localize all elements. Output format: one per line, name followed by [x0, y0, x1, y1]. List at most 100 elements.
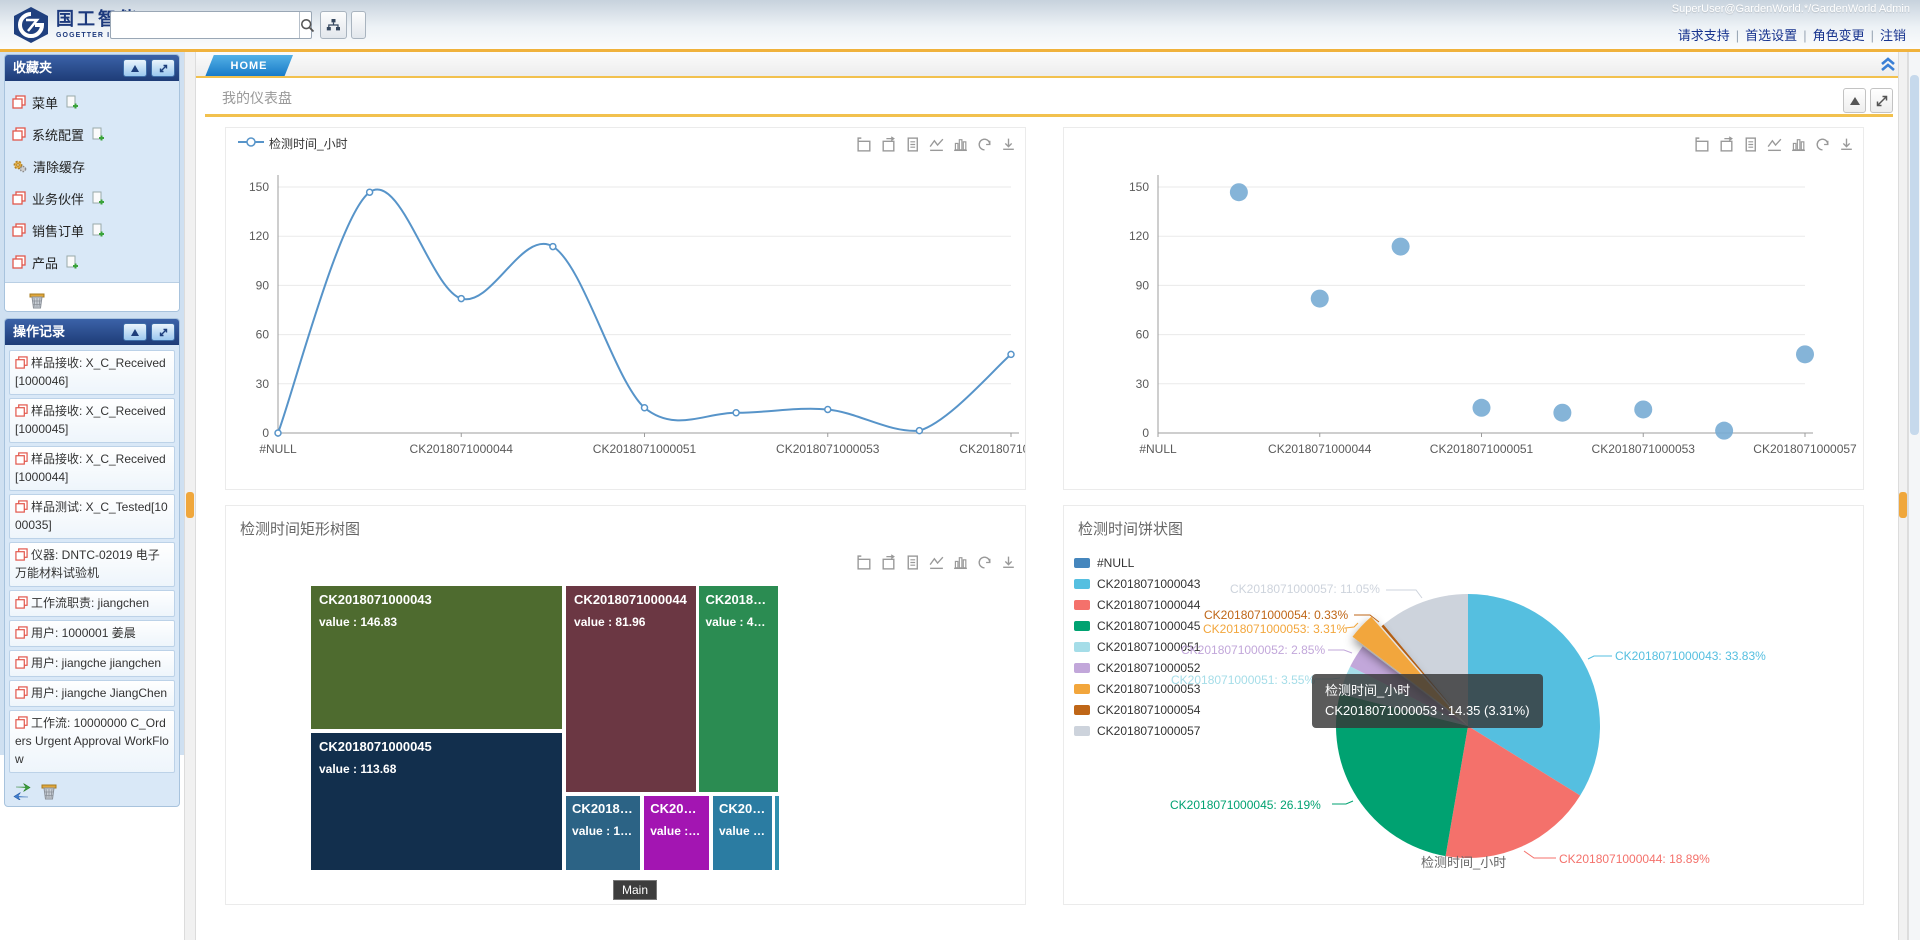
add-doc-icon[interactable] — [90, 191, 105, 206]
preferences-link[interactable]: 首选设置 — [1745, 28, 1797, 43]
history-item[interactable]: 用户: jiangche JiangChen — [9, 680, 175, 707]
search-input[interactable] — [111, 12, 299, 38]
pie-legend-item[interactable]: CK2018071000044 — [1074, 594, 1200, 615]
history-item[interactable]: 工作流: 10000000 C_Orders Urgent Approval W… — [9, 710, 175, 773]
sidebar-splitter-handle[interactable] — [186, 492, 194, 518]
marquee-zoom-icon[interactable] — [856, 554, 873, 571]
add-doc-icon[interactable] — [64, 95, 79, 110]
zoom-reset-icon[interactable] — [1718, 136, 1735, 153]
marquee-zoom-icon[interactable] — [1694, 136, 1711, 153]
history-item[interactable]: 用户: 1000001 姜晨 — [9, 620, 175, 647]
vertical-scrollbar-thumb[interactable] — [1910, 75, 1919, 435]
line-chart-icon[interactable] — [928, 554, 945, 571]
scatter-point[interactable] — [1392, 238, 1410, 256]
panel-expand-button[interactable] — [151, 59, 175, 77]
line-chart[interactable]: 0306090120150#NULLCK2018071000044CK20180… — [226, 128, 1026, 490]
restore-icon[interactable] — [1814, 136, 1831, 153]
zoom-reset-icon[interactable] — [880, 554, 897, 571]
add-doc-icon[interactable] — [90, 127, 105, 142]
data-view-icon[interactable] — [904, 554, 921, 571]
download-icon[interactable] — [1000, 554, 1017, 571]
window-icon — [15, 548, 28, 561]
role-change-link[interactable]: 角色变更 — [1813, 28, 1865, 43]
history-item[interactable]: 样品接收: X_C_Received[1000045] — [9, 398, 175, 443]
bar-chart-icon[interactable] — [952, 136, 969, 153]
favorite-item-clear-cache[interactable]: 清除缓存 — [12, 150, 172, 182]
treemap-node[interactable]: CK2018071000057 value : 47.95 — [699, 586, 777, 792]
line-point[interactable] — [733, 410, 739, 416]
scatter-chart[interactable]: 0306090120150#NULLCK2018071000044CK20180… — [1064, 128, 1864, 490]
line-point[interactable] — [367, 189, 373, 195]
scatter-point[interactable] — [1553, 404, 1571, 422]
line-point[interactable] — [825, 406, 831, 412]
panel-collapse-button[interactable] — [123, 323, 147, 341]
pie-legend-item[interactable]: #NULL — [1074, 552, 1200, 573]
panel-expand-button[interactable] — [151, 323, 175, 341]
treemap-node[interactable] — [775, 796, 779, 870]
dashboard-collapse-button[interactable] — [1843, 88, 1866, 113]
menu-lookup-button[interactable] — [320, 11, 347, 39]
bar-chart-icon[interactable] — [1790, 136, 1807, 153]
bar-chart-icon[interactable] — [952, 554, 969, 571]
pie-legend-item[interactable]: CK2018071000043 — [1074, 573, 1200, 594]
history-item[interactable]: 样品接收: X_C_Received[1000046] — [9, 350, 175, 395]
logout-link[interactable]: 注销 — [1880, 28, 1906, 43]
trash-icon[interactable] — [39, 781, 59, 801]
add-doc-icon[interactable] — [64, 255, 79, 270]
history-item[interactable]: 样品测试: X_C_Tested[1000035] — [9, 494, 175, 539]
line-point[interactable] — [458, 296, 464, 302]
download-icon[interactable] — [1838, 136, 1855, 153]
collapse-up-chevron-icon[interactable] — [1878, 55, 1898, 73]
history-item[interactable]: 用户: jiangche jiangchen — [9, 650, 175, 677]
search-button[interactable] — [299, 12, 315, 38]
favorite-item-system-config[interactable]: 系统配置 — [12, 118, 172, 150]
add-doc-icon[interactable] — [90, 223, 105, 238]
transfer-icon[interactable] — [11, 782, 33, 800]
treemap-node[interactable]: CK2018071000044 value : 81.96 — [566, 586, 696, 792]
favorite-item-sales-order[interactable]: 销售订单 — [12, 214, 172, 246]
history-item[interactable]: 仪器: DNTC-02019 电子万能材料试验机 — [9, 542, 175, 587]
treemap-node[interactable]: CK2018071000052 value : 12.35 — [713, 796, 772, 870]
data-view-icon[interactable] — [1742, 136, 1759, 153]
pie-legend-item[interactable]: CK2018071000054 — [1074, 699, 1200, 720]
tab-home[interactable]: HOME — [205, 55, 293, 77]
restore-icon[interactable] — [976, 554, 993, 571]
favorite-item-menu[interactable]: 菜单 — [12, 86, 172, 118]
panel-collapse-button[interactable] — [123, 59, 147, 77]
line-point[interactable] — [642, 405, 648, 411]
line-point[interactable] — [275, 430, 281, 436]
favorites-trash-zone[interactable] — [5, 282, 179, 312]
treemap-node[interactable]: CK2018071000053 value : 14.35 — [644, 796, 709, 870]
favorite-item-business-partner[interactable]: 业务伙伴 — [12, 182, 172, 214]
treemap-node[interactable]: CK2018071000045 value : 113.68 — [311, 733, 562, 870]
right-splitter-handle[interactable] — [1899, 492, 1907, 518]
download-icon[interactable] — [1000, 136, 1017, 153]
line-chart-icon[interactable] — [1766, 136, 1783, 153]
scatter-point[interactable] — [1634, 400, 1652, 418]
pie-legend-item[interactable]: CK2018071000057 — [1074, 720, 1200, 741]
pie-legend-item[interactable]: CK2018071000045 — [1074, 615, 1200, 636]
scatter-point[interactable] — [1796, 345, 1814, 363]
data-view-icon[interactable] — [904, 136, 921, 153]
history-item[interactable]: 工作流职责: jiangchen — [9, 590, 175, 617]
line-legend[interactable]: 检测时间_小时 — [238, 135, 348, 152]
treemap-breadcrumb[interactable]: Main — [613, 880, 657, 900]
support-link[interactable]: 请求支持 — [1678, 28, 1730, 43]
zoom-reset-icon[interactable] — [880, 136, 897, 153]
line-point[interactable] — [916, 428, 922, 434]
scatter-point[interactable] — [1473, 399, 1491, 417]
scatter-point[interactable] — [1311, 290, 1329, 308]
restore-icon[interactable] — [976, 136, 993, 153]
treemap-node[interactable]: CK2018071000051 value : 15.39 — [566, 796, 640, 870]
favorite-item-product[interactable]: 产品 — [12, 246, 172, 278]
line-point[interactable] — [1008, 351, 1014, 357]
scatter-point[interactable] — [1715, 422, 1733, 440]
marquee-zoom-icon[interactable] — [856, 136, 873, 153]
scatter-point[interactable] — [1230, 183, 1248, 201]
dashboard-shrink-button[interactable] — [1870, 88, 1893, 113]
history-item[interactable]: 样品接收: X_C_Received[1000044] — [9, 446, 175, 491]
treemap-node[interactable]: CK2018071000043 value : 146.83 — [311, 586, 562, 729]
collapse-search-button[interactable] — [351, 11, 366, 39]
line-chart-icon[interactable] — [928, 136, 945, 153]
line-point[interactable] — [550, 244, 556, 250]
